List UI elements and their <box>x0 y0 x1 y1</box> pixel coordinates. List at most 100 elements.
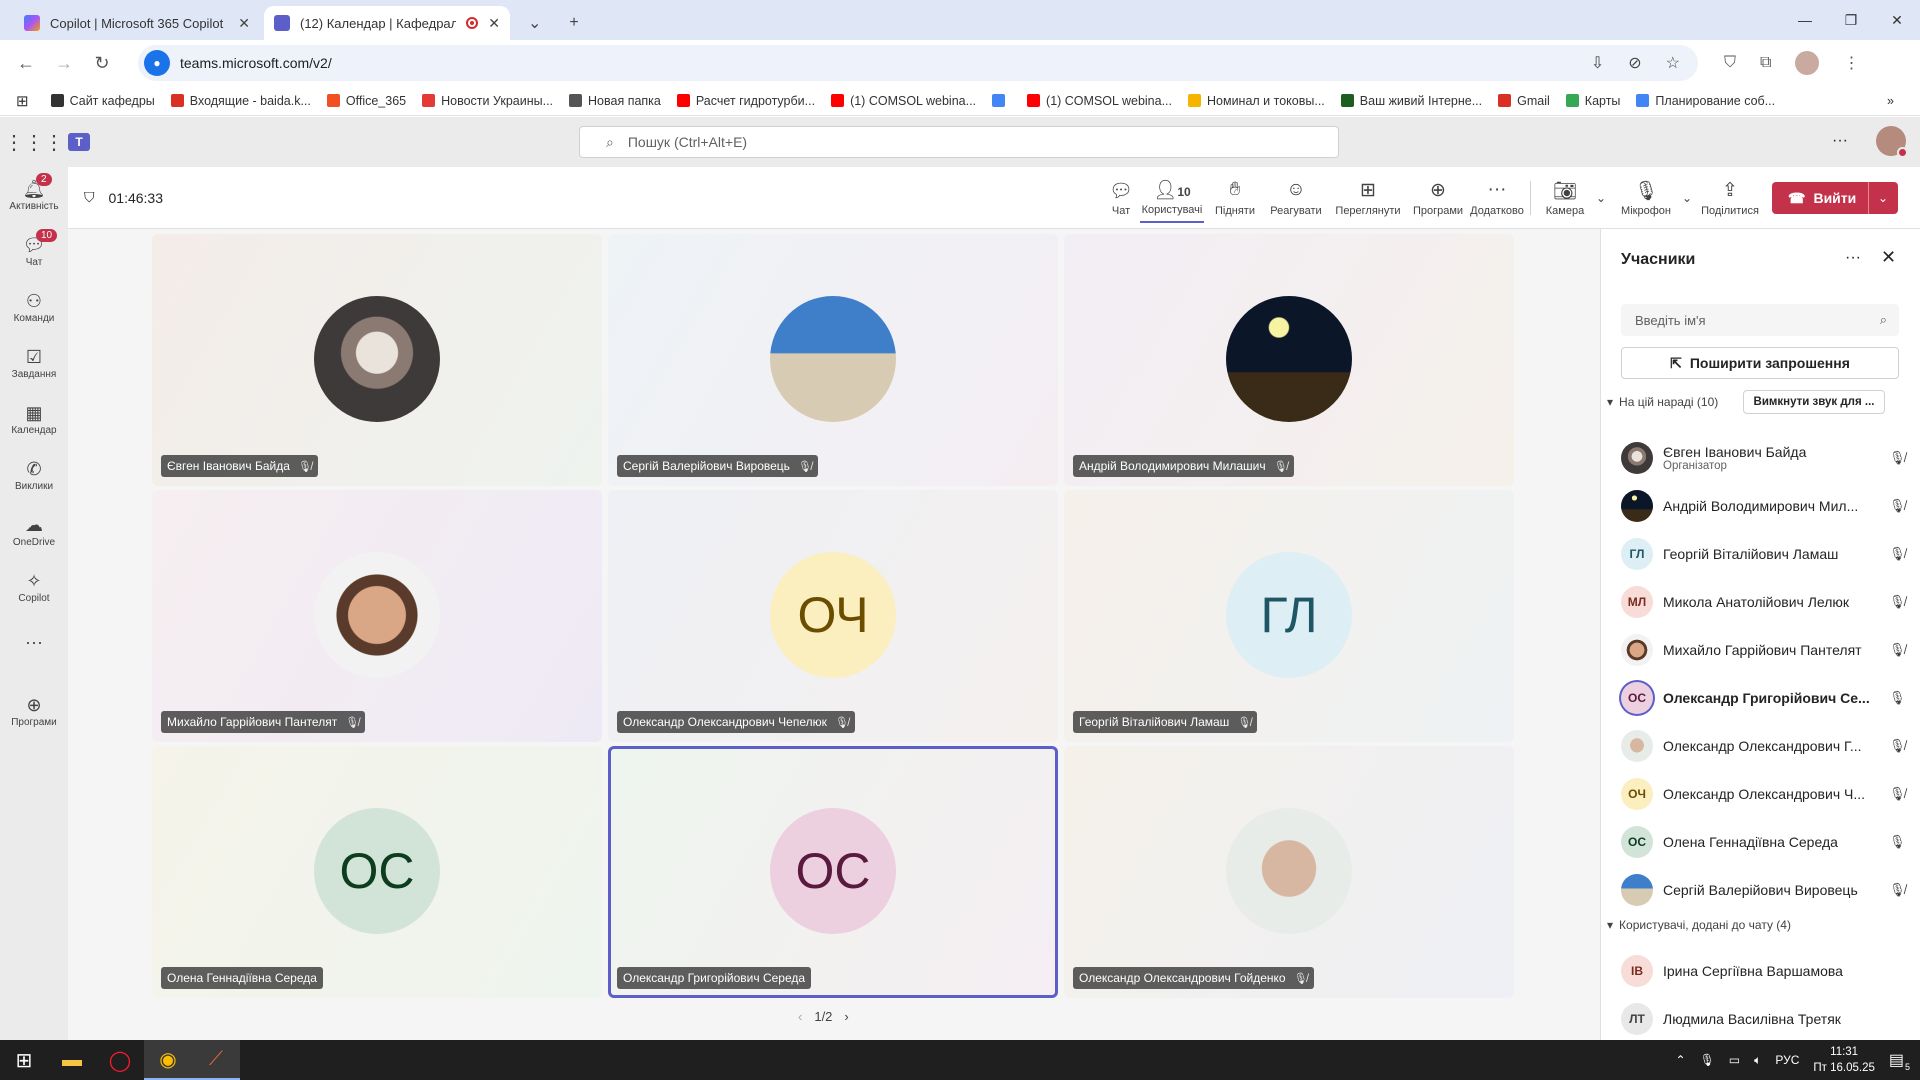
bookmark-item[interactable]: Карты <box>1565 94 1620 108</box>
apps-grid-icon[interactable]: ⊞ <box>16 92 29 110</box>
extensions-icon[interactable]: ⧉ <box>1760 54 1771 72</box>
opera-icon[interactable]: ◯ <box>96 1040 144 1080</box>
bookmark-item[interactable]: Office_365 <box>326 94 406 108</box>
raise-hand-button[interactable]: ✋︎ Підняти <box>1210 173 1260 223</box>
volume-icon[interactable]: 🔈︎ <box>1754 1053 1761 1068</box>
new-tab-icon[interactable]: + <box>569 14 578 32</box>
rail-item-2[interactable]: 💬︎ Чат 10 <box>0 223 68 279</box>
bookmark-item[interactable]: Ваш живий Інтерне... <box>1340 94 1482 108</box>
video-tile[interactable]: ОЧ Олександр Олександрович Чепелюк 🎙︎̸ <box>608 490 1058 742</box>
share-button[interactable]: ⇪ Поділитися <box>1698 173 1762 223</box>
more-button[interactable]: ··· Додатково <box>1464 173 1530 223</box>
video-tile[interactable]: Євген Іванович Байда 🎙︎̸ <box>152 234 602 486</box>
panel-more-icon[interactable]: ··· <box>1845 249 1861 267</box>
mute-all-button[interactable]: Вимкнути звук для ... <box>1743 390 1885 414</box>
clock[interactable]: 11:31 Пт 16.05.25 <box>1813 1044 1875 1076</box>
rail-item-6[interactable]: ✆ Виклики <box>0 447 68 503</box>
settings-more-icon[interactable]: ··· <box>1832 132 1848 150</box>
apps-button[interactable]: ⊕ Програми <box>1408 173 1468 223</box>
participant-row[interactable]: ОЧ Олександр Олександрович Ч... 🎙︎̸ <box>1621 770 1911 818</box>
camera-options-chevron-icon[interactable]: ⌄ <box>1596 191 1606 205</box>
people-button[interactable]: 👤︎10 Користувачі <box>1140 173 1204 223</box>
close-tab-icon[interactable]: ✕ <box>488 15 500 32</box>
chrome-icon[interactable]: ◉ <box>144 1040 192 1080</box>
close-panel-icon[interactable]: ✕ <box>1881 247 1896 268</box>
close-tab-icon[interactable]: ✕ <box>238 15 250 32</box>
notifications-icon[interactable]: ▤ 5 <box>1889 1050 1910 1072</box>
participant-row[interactable]: ГЛ Георгій Віталійович Ламаш 🎙︎̸ <box>1621 530 1911 578</box>
leave-button[interactable]: ☎ Вийти ⌄ <box>1772 182 1898 214</box>
browser-menu-icon[interactable]: ⋮ <box>1843 53 1859 73</box>
browser-tab-teams[interactable]: (12) Календар | Кафедраль ✕ <box>264 6 510 40</box>
rail-item-3[interactable]: ⚇ Команди <box>0 279 68 335</box>
install-app-icon[interactable]: ⇩ <box>1591 53 1604 73</box>
chat-user-row[interactable]: ІВ Ірина Сергіївна Варшамова <box>1621 947 1911 995</box>
bookmark-item[interactable]: Планирование соб... <box>1636 94 1775 108</box>
participant-row[interactable]: Сергій Валерійович Вировець 🎙︎̸ <box>1621 866 1911 914</box>
language-indicator[interactable]: РУС <box>1775 1053 1799 1067</box>
bookmark-item[interactable]: (1) COMSOL webina... <box>1027 94 1172 108</box>
rail-item-5[interactable]: ▦ Календар <box>0 391 68 447</box>
url-text[interactable]: teams.microsoft.com/v2/ <box>180 55 1591 71</box>
back-icon[interactable]: ← <box>10 47 42 79</box>
close-window-icon[interactable]: ✕ <box>1874 0 1920 40</box>
bookmark-item[interactable]: Входящие - baida.k... <box>170 94 311 108</box>
chat-button[interactable]: 💬︎ Чат <box>1096 173 1146 223</box>
participant-search-input[interactable]: Введіть ім'я ⌕ <box>1621 304 1899 336</box>
view-button[interactable]: ⊞ Переглянути <box>1326 173 1410 223</box>
address-bar[interactable]: ● teams.microsoft.com/v2/ ⇩ ⊘ ☆ <box>138 45 1698 81</box>
bookmark-item[interactable]: (1) COMSOL webina... <box>831 94 976 108</box>
user-avatar[interactable] <box>1876 126 1908 158</box>
bookmark-item[interactable]: Расчет гидротурби... <box>676 94 815 108</box>
bookmark-item[interactable]: Номинал и токовы... <box>1188 94 1325 108</box>
participant-row[interactable]: Андрій Володимирович Мил... 🎙︎̸ <box>1621 482 1911 530</box>
restore-icon[interactable]: ❐ <box>1828 0 1874 40</box>
rail-item-8[interactable]: ✧ Copilot <box>0 559 68 615</box>
bookmark-star-icon[interactable]: ☆ <box>1666 53 1680 73</box>
tray-expand-icon[interactable]: ⌃ <box>1676 1053 1686 1067</box>
hide-icon[interactable]: ⊘ <box>1628 53 1641 73</box>
bookmark-item[interactable]: Сайт кафедры <box>50 94 155 108</box>
more-bookmarks-icon[interactable]: » <box>1887 94 1894 108</box>
chat-user-row[interactable]: ЛТ Людмила Василівна Третяк <box>1621 995 1911 1043</box>
participant-row[interactable]: ОС Олександр Григорійович Се... 🎙︎ <box>1621 674 1911 722</box>
reload-icon[interactable]: ↻ <box>86 47 118 79</box>
participant-row[interactable]: Михайло Гаррійович Пантелят 🎙︎̸ <box>1621 626 1911 674</box>
network-icon[interactable]: ▭ <box>1729 1053 1740 1067</box>
video-tile[interactable]: Михайло Гаррійович Пантелят 🎙︎̸ <box>152 490 602 742</box>
video-tile[interactable]: Андрій Володимирович Милашич 🎙︎̸ <box>1064 234 1514 486</box>
rail-item-1[interactable]: 🔔︎ Активність 2 <box>0 167 68 223</box>
bookmark-item[interactable] <box>992 94 1011 107</box>
rail-item-9[interactable]: ··· <box>0 615 68 671</box>
video-tile[interactable]: ГЛ Георгій Віталійович Ламаш 🎙︎̸ <box>1064 490 1514 742</box>
rail-item-7[interactable]: ☁ OneDrive <box>0 503 68 559</box>
profile-avatar[interactable] <box>1795 51 1820 75</box>
rail-item-4[interactable]: ☑ Завдання <box>0 335 68 391</box>
forward-icon[interactable]: → <box>48 47 80 79</box>
rail-item-10[interactable]: ⊕ Програми <box>0 683 68 739</box>
bookmark-item[interactable]: Новости Украины... <box>422 94 553 108</box>
mic-button[interactable]: 🎙︎ Мікрофон <box>1616 173 1676 223</box>
participant-row[interactable]: Олександр Олександрович Г... 🎙︎̸ <box>1621 722 1911 770</box>
video-tile[interactable]: Сергій Валерійович Вировець 🎙︎̸ <box>608 234 1058 486</box>
leave-options-chevron-icon[interactable]: ⌄ <box>1878 191 1888 205</box>
prev-page-icon[interactable]: ‹ <box>798 1009 802 1024</box>
minimize-icon[interactable]: — <box>1782 0 1828 40</box>
bookmark-item[interactable]: Gmail <box>1498 94 1550 108</box>
section-chat-users[interactable]: ▾ Користувачі, додані до чату (4) <box>1607 918 1791 932</box>
participant-row[interactable]: Євген Іванович Байда Організатор 🎙︎̸ <box>1621 434 1911 482</box>
react-button[interactable]: ☺ Реагувати <box>1266 173 1326 223</box>
section-in-meeting[interactable]: ▾ На цій нараді (10) <box>1607 395 1718 409</box>
browser-tab-copilot[interactable]: Copilot | Microsoft 365 Copilot ✕ <box>14 6 260 40</box>
search-input[interactable]: ⌕ Пошук (Ctrl+Alt+E) <box>579 126 1339 158</box>
extension-shield-icon[interactable]: ⛉ <box>1724 54 1736 72</box>
camera-button[interactable]: 📷︎ Камера <box>1540 173 1590 223</box>
mic-options-chevron-icon[interactable]: ⌄ <box>1682 191 1692 205</box>
next-page-icon[interactable]: › <box>844 1009 848 1024</box>
app-launcher-icon[interactable]: ⋮⋮⋮ <box>0 130 68 155</box>
windows-start-icon[interactable]: ⊞ <box>0 1040 48 1080</box>
share-invite-button[interactable]: ⇱ Поширити запрошення <box>1621 347 1899 379</box>
video-tile[interactable]: ОС Олександр Григорійович Середа <box>608 746 1058 998</box>
matlab-icon[interactable]: ⟋ <box>192 1040 240 1080</box>
tab-search-icon[interactable]: ⌄ <box>528 13 541 33</box>
